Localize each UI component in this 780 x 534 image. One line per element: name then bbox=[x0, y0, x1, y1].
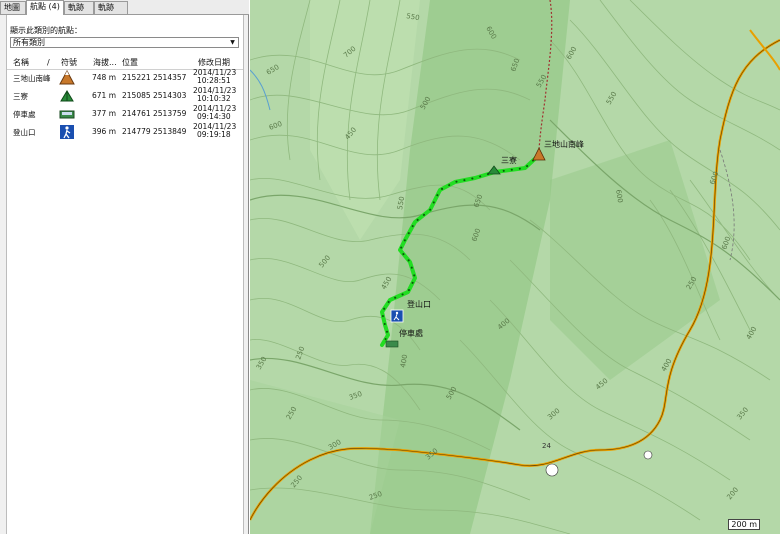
trailhead-marker[interactable] bbox=[390, 309, 404, 323]
waypoint-name: 三地山南峰 bbox=[13, 74, 51, 83]
waypoint-altitude: 671 m bbox=[92, 91, 117, 100]
waypoint-time: 09:19:18 bbox=[197, 130, 231, 139]
contour-label: 550 bbox=[605, 90, 619, 106]
topo-map[interactable]: 三地山南峰 三寮 登山口 停車處 550 600 650 650 700 600… bbox=[250, 0, 780, 534]
contour-label: 600 bbox=[708, 170, 720, 185]
waypoint-altitude: 396 m bbox=[92, 127, 117, 136]
column-name[interactable]: 名稱 bbox=[13, 57, 29, 69]
tent-icon bbox=[58, 87, 76, 105]
column-position[interactable]: 位置 bbox=[122, 57, 138, 69]
road-number-label: 24 bbox=[542, 442, 551, 450]
waypoint-panel: 地圖 航點 (4) 軌跡 軌跡 (1) 顯示此類別的航點： 所有類別 ▼ 名稱 … bbox=[0, 0, 249, 534]
waypoint-modified: 2014/11/23 10:28:51 bbox=[193, 69, 236, 85]
tab-bar: 地圖 航點 (4) 軌跡 軌跡 (1) bbox=[0, 0, 249, 24]
waypoint-altitude: 377 m bbox=[92, 109, 117, 118]
contour-label: 300 bbox=[546, 407, 561, 422]
tab-map[interactable]: 地圖 bbox=[0, 1, 26, 14]
contour-label: 250 bbox=[294, 345, 306, 360]
category-filter-label: 顯示此類別的航點： bbox=[10, 26, 82, 35]
contour-label: 400 bbox=[745, 325, 759, 341]
road-branch bbox=[749, 29, 780, 71]
waypoint-name: 三寮 bbox=[13, 92, 28, 101]
parking-label: 停車處 bbox=[399, 328, 423, 338]
contour-label: 200 bbox=[725, 486, 740, 501]
contour-label: 600 bbox=[720, 235, 732, 250]
sort-indicator: / bbox=[47, 58, 50, 67]
hiker-icon bbox=[58, 123, 76, 141]
trailhead-label: 登山口 bbox=[407, 299, 431, 309]
scale-bar: 200 m bbox=[728, 519, 760, 530]
waypoint-modified: 2014/11/23 09:14:30 bbox=[193, 105, 236, 121]
column-altitude[interactable]: 海拔... bbox=[93, 57, 117, 69]
waypoint-position: 215085 2514303 bbox=[122, 91, 187, 100]
parking-car-icon bbox=[58, 105, 76, 123]
column-symbol[interactable]: 符號 bbox=[61, 57, 77, 69]
waypoint-time: 10:10:32 bbox=[197, 94, 231, 103]
waypoint-position: 214761 2513759 bbox=[122, 109, 187, 118]
contour-label: 450 bbox=[594, 377, 609, 392]
camp-label: 三寮 bbox=[501, 155, 517, 165]
contour-label: 350 bbox=[255, 355, 269, 371]
summit-icon bbox=[58, 69, 76, 87]
waypoint-row[interactable]: 三地山南峰 748 m 215221 2514357 2014/11/23 10:… bbox=[7, 69, 243, 87]
waypoint-position: 214779 2513849 bbox=[122, 127, 187, 136]
tab-tracks[interactable]: 軌跡 (1) bbox=[94, 1, 128, 24]
waypoint-altitude: 748 m bbox=[92, 73, 117, 82]
waypoint-row[interactable]: 登山口 396 m 214779 2513849 2014/11/23 09:19… bbox=[7, 123, 243, 141]
waypoint-time: 09:14:30 bbox=[197, 112, 231, 121]
waypoint-list-pane: 顯示此類別的航點： 所有類別 ▼ 名稱 / 符號 海拔... 位置 修改日期 三… bbox=[6, 15, 244, 534]
waypoint-modified: 2014/11/23 09:19:18 bbox=[193, 123, 236, 139]
waypoint-row[interactable]: 三寮 671 m 215085 2514303 2014/11/23 10:10:… bbox=[7, 87, 243, 105]
waypoint-name: 停車處 bbox=[13, 110, 36, 119]
waypoint-position: 215221 2514357 bbox=[122, 73, 187, 82]
tab-routes[interactable]: 軌跡 bbox=[64, 1, 94, 14]
contour-label: 450 bbox=[380, 275, 394, 291]
contour-label: 500 bbox=[317, 254, 332, 269]
waypoint-row[interactable]: 停車處 377 m 214761 2513759 2014/11/23 09:14… bbox=[7, 105, 243, 123]
waypoint-name: 登山口 bbox=[13, 128, 36, 137]
contour-label: 650 bbox=[265, 63, 281, 77]
contour-label: 600 bbox=[268, 120, 283, 132]
category-select-value: 所有類別 bbox=[13, 38, 45, 47]
map-canvas[interactable]: 三地山南峰 三寮 登山口 停車處 550 600 650 650 700 600… bbox=[250, 0, 780, 534]
contour-label: 350 bbox=[735, 406, 750, 421]
waypoint-time: 10:28:51 bbox=[197, 76, 231, 85]
parking-marker[interactable] bbox=[385, 340, 399, 348]
waypoint-modified: 2014/11/23 10:10:32 bbox=[193, 87, 236, 103]
tab-waypoints[interactable]: 航點 (4) bbox=[26, 0, 64, 15]
contour-label: 350 bbox=[348, 390, 363, 402]
chevron-down-icon[interactable]: ▼ bbox=[228, 38, 237, 47]
contour-label: 600 bbox=[565, 45, 579, 61]
stream bbox=[250, 69, 271, 111]
category-select[interactable]: 所有類別 ▼ bbox=[10, 37, 239, 48]
summit-label: 三地山南峰 bbox=[544, 139, 584, 149]
